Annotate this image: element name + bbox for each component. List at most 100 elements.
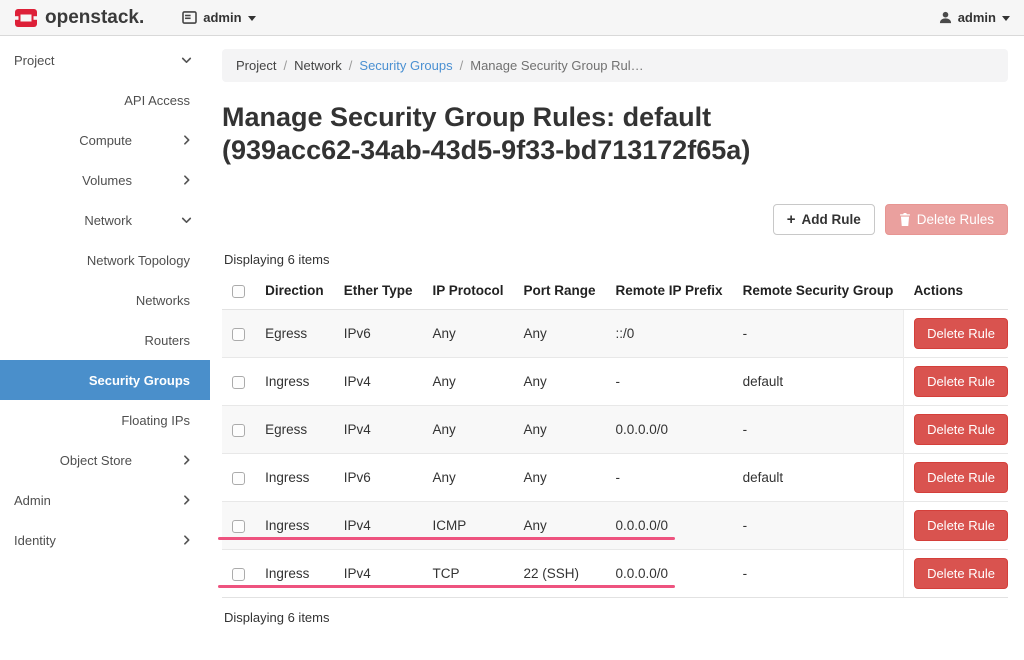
row-checkbox[interactable]: [232, 567, 245, 581]
top-bar: openstack. admin admin: [0, 0, 1024, 36]
sidebar-item-label: Identity: [14, 532, 56, 548]
cell-actions: Delete Rule: [903, 452, 1008, 502]
trash-icon: [899, 212, 911, 226]
cell-direction: Egress: [255, 309, 334, 358]
column-header-ether-type: Ether Type: [333, 275, 423, 310]
cell-remote-ip-prefix: 0.0.0.0/0: [605, 548, 733, 598]
chevron-right-icon: [180, 134, 193, 147]
chevron-down-icon: [1002, 15, 1010, 21]
cell-ip-protocol: TCP: [422, 548, 514, 598]
cell-direction: Ingress: [255, 356, 334, 406]
sidebar-item-label: Project: [14, 52, 55, 68]
toolbar: + Add Rule Delete Rules: [222, 203, 1008, 235]
cell-port-range: Any: [513, 309, 606, 358]
project-switcher[interactable]: admin: [182, 10, 256, 25]
sidebar-item-network[interactable]: Network: [0, 200, 210, 240]
sidebar-item-label: Network: [84, 212, 132, 228]
cell-port-range: Any: [513, 500, 606, 550]
table-header-row: Direction Ether Type IP Protocol Port Range…: [222, 275, 1008, 310]
chevron-right-icon: [180, 494, 193, 507]
add-rule-button[interactable]: + Add Rule: [772, 203, 875, 235]
cell-direction: Egress: [255, 404, 334, 454]
table-row: Egress IPv6 Any Any::/0- Delete Rule: [222, 309, 1008, 358]
column-header-remote-ip-prefix: Remote IP Prefix: [605, 275, 733, 310]
breadcrumb-item-network: Network: [294, 58, 342, 73]
sidebar-item-floating-ips[interactable]: Floating IPs: [0, 400, 210, 440]
cell-remote-ip-prefix: 0.0.0.0/0: [605, 500, 733, 550]
table-row: Ingress IPv4 ICMP Any 0.0.0.0/0- Delete Rule: [222, 500, 1008, 550]
chevron-down-icon: [247, 15, 256, 21]
sidebar-item-label: Floating IPs: [121, 412, 190, 428]
sidebar-item-label: Networks: [135, 292, 190, 308]
cell-remote-ip-prefix: -: [605, 452, 733, 502]
row-checkbox[interactable]: [232, 327, 245, 341]
brand: openstack.: [14, 7, 144, 29]
sidebar-item-identity[interactable]: Identity: [0, 520, 210, 560]
sidebar-item-label: Network Topology: [86, 252, 190, 268]
cell-ether-type: IPv4: [333, 548, 423, 598]
cell-remote-security-group: -: [732, 309, 904, 358]
items-count-top: Displaying 6 items: [224, 251, 330, 267]
sidebar-item-network-topology[interactable]: Network Topology: [0, 240, 210, 280]
delete-rules-label: Delete Rules: [916, 211, 994, 227]
sidebar-item-project[interactable]: Project: [0, 40, 210, 80]
add-rule-label: Add Rule: [801, 211, 861, 227]
delete-rule-button[interactable]: Delete Rule: [914, 509, 1008, 541]
cell-remote-security-group: default: [732, 356, 904, 406]
cell-port-range: Any: [513, 452, 606, 502]
delete-rule-button[interactable]: Delete Rule: [914, 317, 1008, 349]
table-body: Egress IPv6 Any Any::/0- Delete Rule Ingress I…: [222, 309, 1008, 598]
breadcrumb-item-project: Project: [236, 58, 277, 73]
cell-remote-ip-prefix: ::/0: [605, 309, 733, 358]
cell-remote-ip-prefix: -: [605, 356, 733, 406]
row-checkbox[interactable]: [232, 471, 245, 485]
row-select-cell: [222, 404, 256, 454]
row-checkbox[interactable]: [232, 423, 245, 437]
cell-port-range: Any: [513, 404, 606, 454]
sidebar-item-compute[interactable]: Compute: [0, 120, 210, 160]
row-select-cell: [222, 548, 256, 598]
sidebar-item-volumes[interactable]: Volumes: [0, 160, 210, 200]
project-switcher-label: admin: [203, 10, 242, 25]
delete-rule-button[interactable]: Delete Rule: [914, 557, 1008, 589]
sidebar-item-label: Volumes: [82, 172, 132, 188]
cell-ip-protocol: Any: [422, 452, 514, 502]
delete-rule-button[interactable]: Delete Rule: [914, 461, 1008, 493]
breadcrumb-item-security-groups[interactable]: Security Groups: [359, 58, 452, 73]
chevron-down-icon: [180, 54, 193, 67]
select-all-checkbox[interactable]: [232, 284, 245, 298]
delete-rule-button[interactable]: Delete Rule: [914, 365, 1008, 397]
sidebar-item-api-access[interactable]: API Access: [0, 80, 210, 120]
user-menu-label: admin: [957, 10, 996, 25]
row-select-cell: [222, 500, 256, 550]
sidebar-item-object-store[interactable]: Object Store: [0, 440, 210, 480]
table-row: Egress IPv4 Any Any 0.0.0.0/0- Delete Rule: [222, 404, 1008, 454]
cell-ether-type: IPv4: [333, 500, 423, 550]
sidebar-item-label: API Access: [124, 92, 190, 108]
sidebar-item-security-groups[interactable]: Security Groups: [0, 360, 210, 400]
cell-ether-type: IPv4: [333, 404, 423, 454]
cell-remote-security-group: -: [732, 404, 904, 454]
sidebar-item-routers[interactable]: Routers: [0, 320, 210, 360]
column-header-port-range: Port Range: [513, 275, 606, 310]
row-checkbox[interactable]: [232, 375, 245, 389]
user-menu[interactable]: admin: [939, 10, 1010, 25]
cell-ip-protocol: Any: [422, 309, 514, 358]
sidebar-item-networks[interactable]: Networks: [0, 280, 210, 320]
chevron-right-icon: [180, 454, 193, 467]
project-panel-icon: [182, 11, 198, 24]
row-checkbox[interactable]: [232, 519, 245, 533]
sidebar-item-admin[interactable]: Admin: [0, 480, 210, 520]
column-header-remote-security-group: Remote Security Group: [732, 275, 904, 310]
sidebar-item-label: Compute: [79, 132, 132, 148]
delete-rules-button[interactable]: Delete Rules: [884, 203, 1008, 235]
sidebar-item-label: Security Groups: [88, 372, 190, 388]
cell-ip-protocol: Any: [422, 404, 514, 454]
cell-ip-protocol: ICMP: [422, 500, 514, 550]
cell-remote-ip-prefix: 0.0.0.0/0: [605, 404, 733, 454]
cell-port-range: Any: [513, 356, 606, 406]
breadcrumb-item-manage-security-group-rul: Manage Security Group Rul…: [470, 58, 644, 73]
brand-text: openstack.: [45, 6, 145, 28]
delete-rule-button[interactable]: Delete Rule: [914, 413, 1008, 445]
cell-remote-security-group: default: [732, 452, 904, 502]
